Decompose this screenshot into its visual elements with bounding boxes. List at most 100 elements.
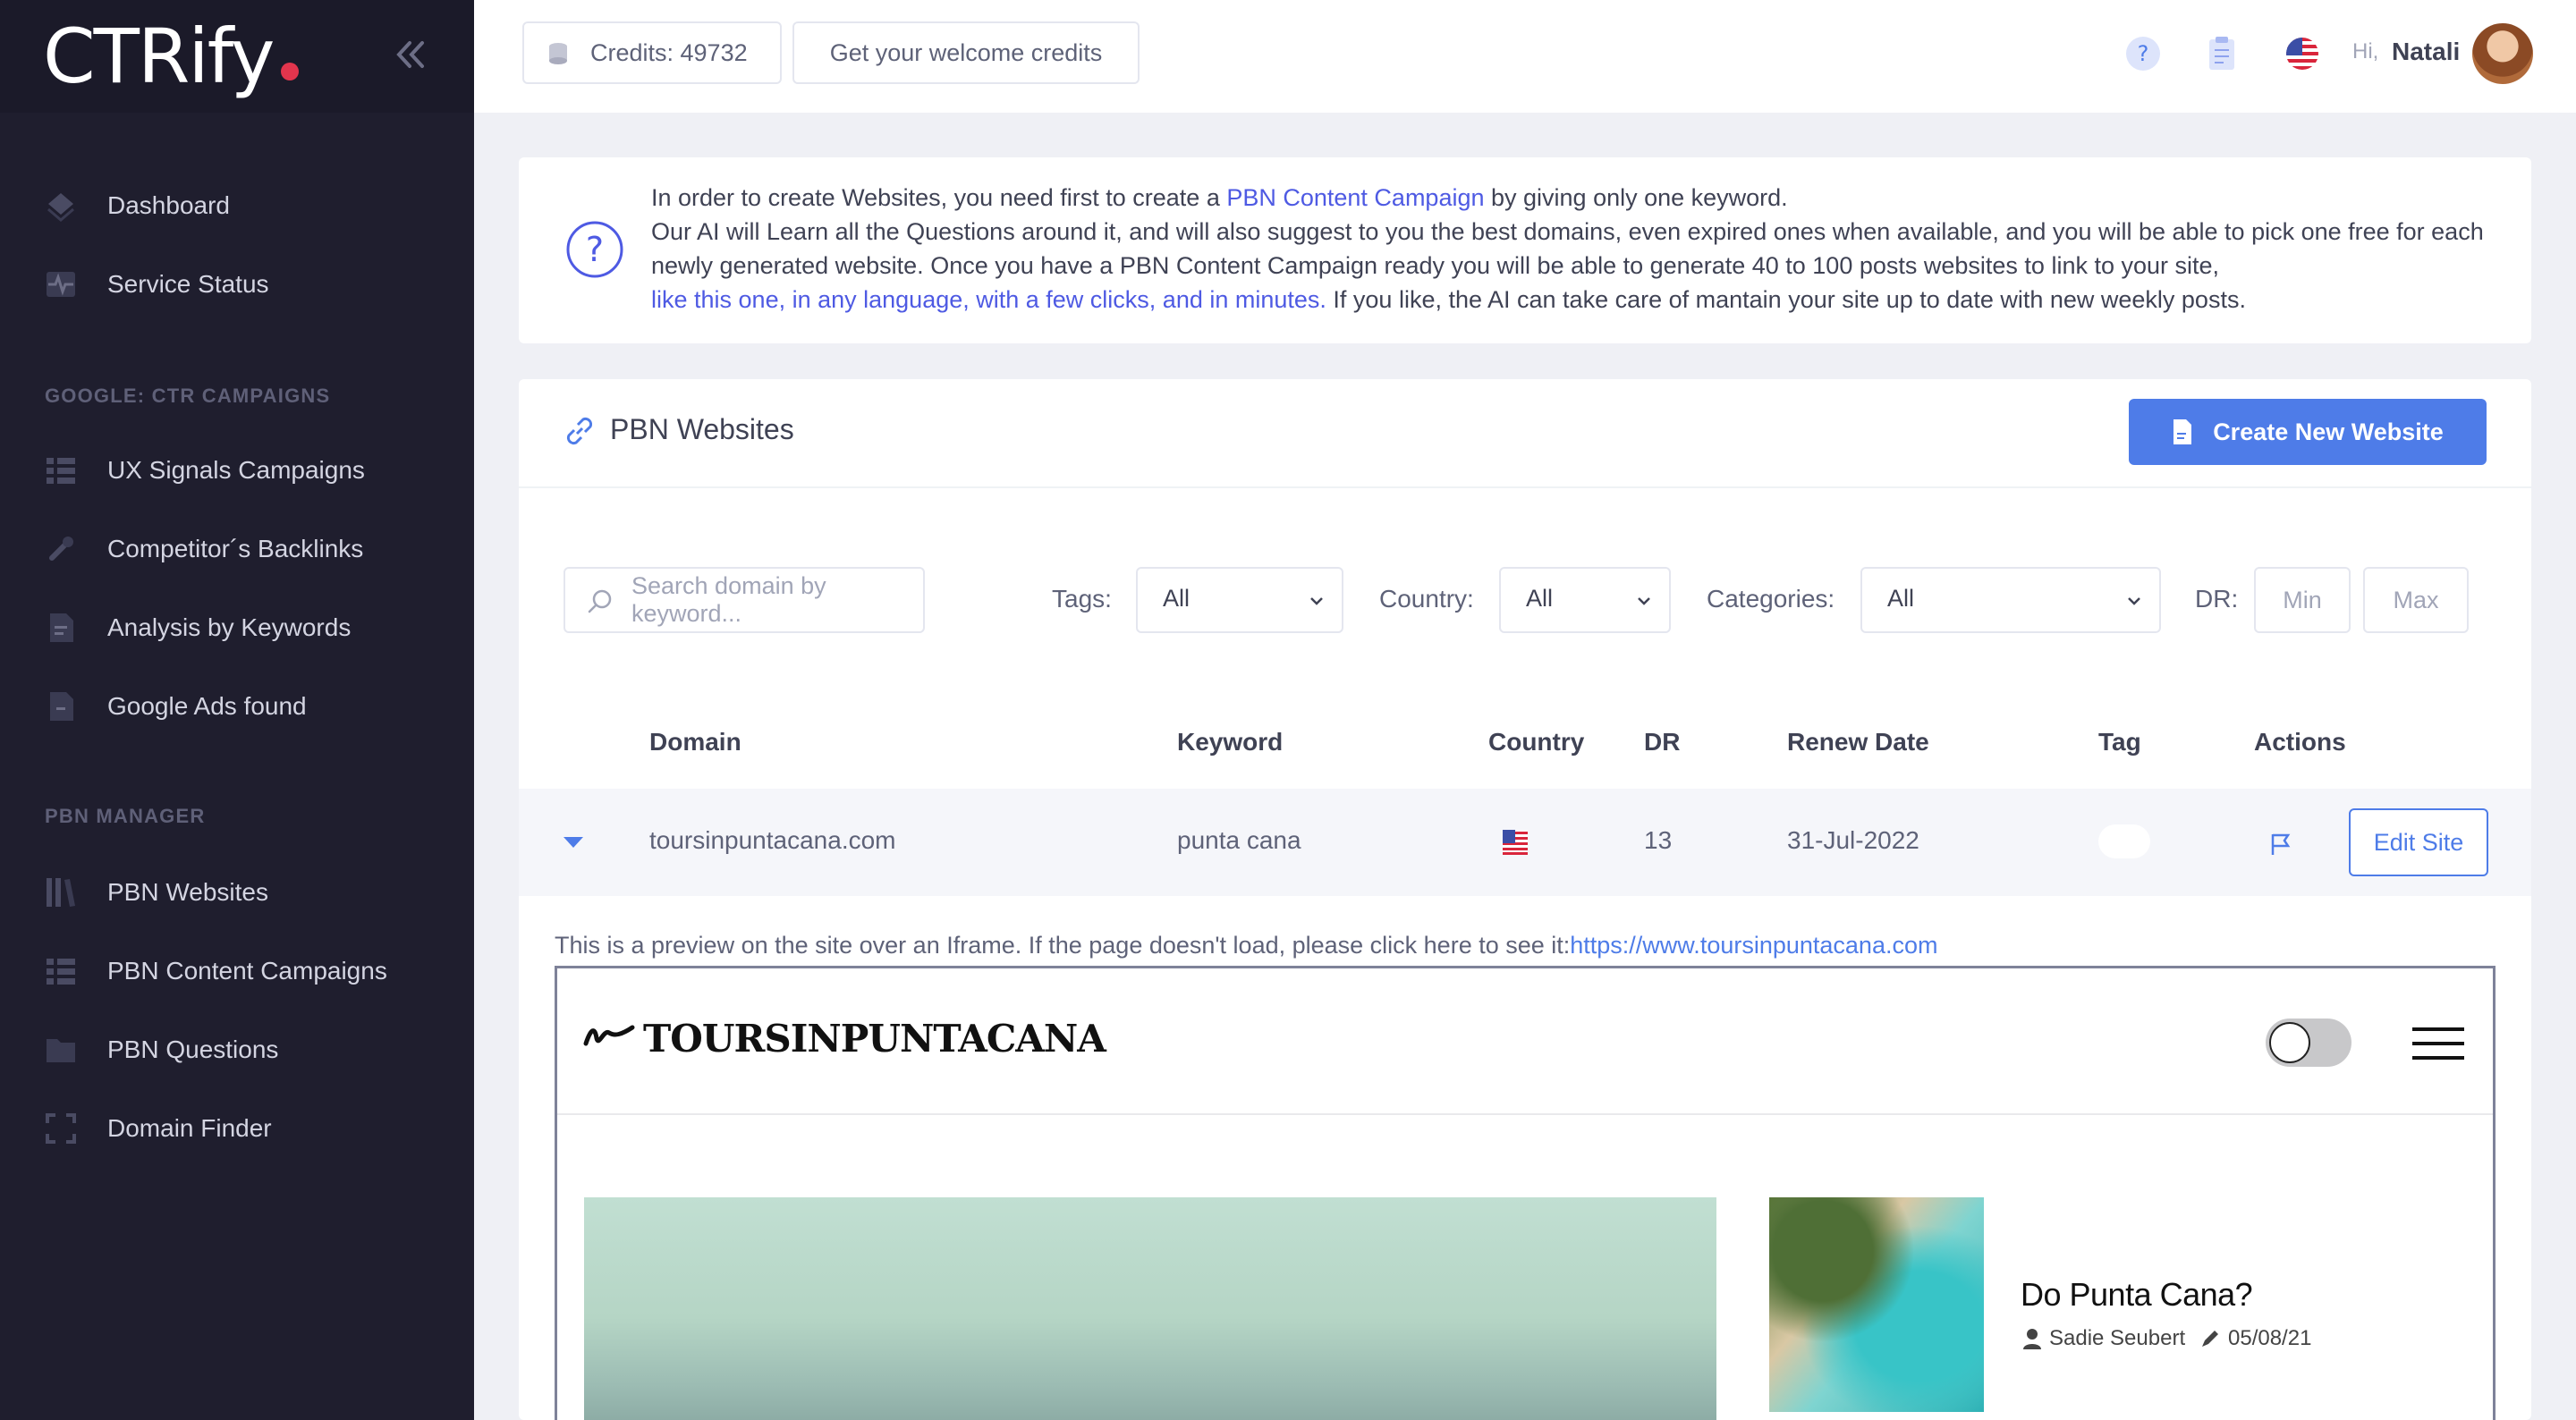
dashboard-icon: [47, 193, 74, 222]
column-header-tag[interactable]: Tag: [2098, 728, 2141, 756]
tags-label: Tags:: [1052, 585, 1112, 613]
create-new-website-button[interactable]: Create New Website: [2129, 399, 2487, 465]
sidebar-item-analysis-keywords[interactable]: Analysis by Keywords: [0, 592, 474, 664]
cell-renew-date: 31-Jul-2022: [1787, 826, 1919, 854]
credits-button[interactable]: Credits: 49732: [522, 21, 782, 84]
sidebar-item-ux-signals[interactable]: UX Signals Campaigns: [0, 435, 474, 506]
sidebar-item-competitor-backlinks[interactable]: Competitor´s Backlinks: [0, 513, 474, 585]
post-title[interactable]: Do Punta Cana?: [2021, 1276, 2253, 1314]
toggle-knob: [2269, 1022, 2310, 1063]
dr-max-placeholder: Max: [2393, 586, 2439, 613]
column-header-keyword[interactable]: Keyword: [1177, 728, 1283, 756]
pulse-icon: [47, 272, 75, 297]
cell-keyword: punta cana: [1177, 826, 1301, 854]
credits-label: Credits: 49732: [590, 38, 748, 66]
app-logo[interactable]: CTRify: [43, 13, 275, 100]
expand-caret-icon[interactable]: [562, 833, 585, 851]
site-logo[interactable]: TOURSINPUNTACANA: [643, 1017, 1106, 1061]
file-minus-icon: [50, 692, 73, 721]
collapse-sidebar-icon[interactable]: [390, 34, 431, 75]
flag-icon[interactable]: [2268, 832, 2293, 857]
top-bar: Credits: 49732 Get your welcome credits: [474, 0, 2576, 113]
pbn-content-campaign-link[interactable]: PBN Content Campaign: [1226, 184, 1484, 211]
preview-note-text: This is a preview on the site over an If…: [555, 932, 1571, 959]
user-name[interactable]: Natali: [2392, 38, 2460, 66]
document-icon: [50, 613, 73, 642]
tools-icon: [49, 537, 73, 561]
post-thumbnail[interactable]: [1769, 1197, 1984, 1412]
user-icon: [2023, 1329, 2041, 1349]
site-header: TOURSINPUNTACANA: [557, 968, 2493, 1115]
scan-icon: [46, 1113, 76, 1144]
file-icon: [2174, 419, 2192, 444]
info-text-part: If you like, the AI can take care of man…: [1326, 286, 2246, 313]
country-value: All: [1526, 585, 1554, 612]
sidebar-item-label: Google Ads found: [107, 692, 307, 720]
search-icon: [588, 589, 612, 613]
us-flag-icon: [1503, 830, 1528, 855]
sidebar-item-label: Analysis by Keywords: [107, 613, 352, 641]
tags-select[interactable]: All: [1136, 567, 1343, 633]
svg-text:?: ?: [586, 230, 604, 269]
avatar[interactable]: [2472, 23, 2533, 84]
info-text-part: In order to create Websites, you need fi…: [651, 184, 1227, 211]
sidebar-item-dashboard[interactable]: Dashboard: [0, 170, 474, 241]
column-header-country[interactable]: Country: [1488, 728, 1584, 756]
section-google-ctr: GOOGLE: CTR CAMPAIGNS: [45, 385, 331, 407]
dr-min-placeholder: Min: [2283, 586, 2322, 613]
country-label: Country:: [1379, 585, 1474, 613]
example-site-link[interactable]: like this one, in any language, with a f…: [651, 286, 1326, 313]
us-flag-icon[interactable]: [2284, 36, 2320, 72]
pbn-websites-card: PBN Websites Create New Website Search d…: [519, 379, 2531, 1420]
dr-max-input[interactable]: Max: [2363, 567, 2469, 633]
coins-icon: [549, 43, 567, 64]
tag-badge[interactable]: [2098, 824, 2150, 858]
tags-value: All: [1163, 585, 1191, 612]
sidebar-item-pbn-websites[interactable]: PBN Websites: [0, 857, 474, 928]
preview-url-link[interactable]: https://www.toursinpuntacana.com: [1570, 932, 1937, 959]
sidebar-item-service-status[interactable]: Service Status: [0, 249, 474, 320]
logo-dot: [281, 63, 299, 80]
country-select[interactable]: All: [1499, 567, 1671, 633]
list-icon: [47, 959, 75, 985]
column-header-dr[interactable]: DR: [1644, 728, 1680, 756]
search-placeholder: Search domain by keyword...: [631, 572, 826, 627]
sidebar-item-domain-finder[interactable]: Domain Finder: [0, 1093, 474, 1164]
help-icon[interactable]: ?: [2125, 36, 2161, 72]
categories-value: All: [1887, 585, 1915, 612]
hero-image[interactable]: [584, 1197, 1716, 1420]
welcome-credits-button[interactable]: Get your welcome credits: [792, 21, 1140, 84]
column-header-renew-date[interactable]: Renew Date: [1787, 728, 1929, 756]
sidebar-item-label: PBN Content Campaigns: [107, 957, 387, 985]
post-author[interactable]: Sadie Seubert: [2049, 1326, 2185, 1351]
site-preview-iframe[interactable]: TOURSINPUNTACANA Do Punta Cana? Sadie Se…: [555, 966, 2496, 1420]
dark-mode-toggle[interactable]: [2266, 1019, 2351, 1067]
list-icon: [47, 458, 75, 484]
sidebar-item-google-ads[interactable]: Google Ads found: [0, 671, 474, 742]
section-pbn-manager: PBN MANAGER: [45, 805, 206, 827]
sidebar-item-label: PBN Questions: [107, 1035, 279, 1063]
column-header-actions: Actions: [2254, 728, 2346, 756]
signature-logo-icon: [583, 1025, 635, 1046]
info-text-part: Our AI will Learn all the Questions arou…: [651, 218, 2484, 279]
categories-select[interactable]: All: [1860, 567, 2161, 633]
sidebar-item-label: Service Status: [107, 270, 269, 298]
clipboard-icon[interactable]: [2204, 36, 2240, 72]
cell-domain[interactable]: toursinpuntacana.com: [649, 826, 896, 855]
search-input[interactable]: Search domain by keyword...: [564, 567, 925, 633]
sidebar: CTRify Dashboard Service Status GOOGLE: …: [0, 0, 474, 1420]
sidebar-item-pbn-content-campaigns[interactable]: PBN Content Campaigns: [0, 935, 474, 1007]
sidebar-header: CTRify: [0, 0, 474, 113]
dr-min-input[interactable]: Min: [2254, 567, 2351, 633]
card-header: PBN Websites Create New Website: [519, 379, 2531, 488]
column-header-domain[interactable]: Domain: [649, 728, 741, 756]
pencil-icon: [2202, 1331, 2218, 1347]
sidebar-item-label: PBN Websites: [107, 878, 268, 906]
sidebar-item-pbn-questions[interactable]: PBN Questions: [0, 1014, 474, 1086]
hamburger-menu-icon[interactable]: [2412, 1026, 2464, 1061]
welcome-credits-label: Get your welcome credits: [829, 38, 1103, 66]
table-row[interactable]: toursinpuntacana.com punta cana 13 31-Ju…: [519, 789, 2531, 896]
preview-note: This is a preview on the site over an If…: [555, 932, 1937, 959]
post-date: 05/08/21: [2228, 1326, 2312, 1350]
edit-site-button[interactable]: Edit Site: [2349, 808, 2488, 876]
